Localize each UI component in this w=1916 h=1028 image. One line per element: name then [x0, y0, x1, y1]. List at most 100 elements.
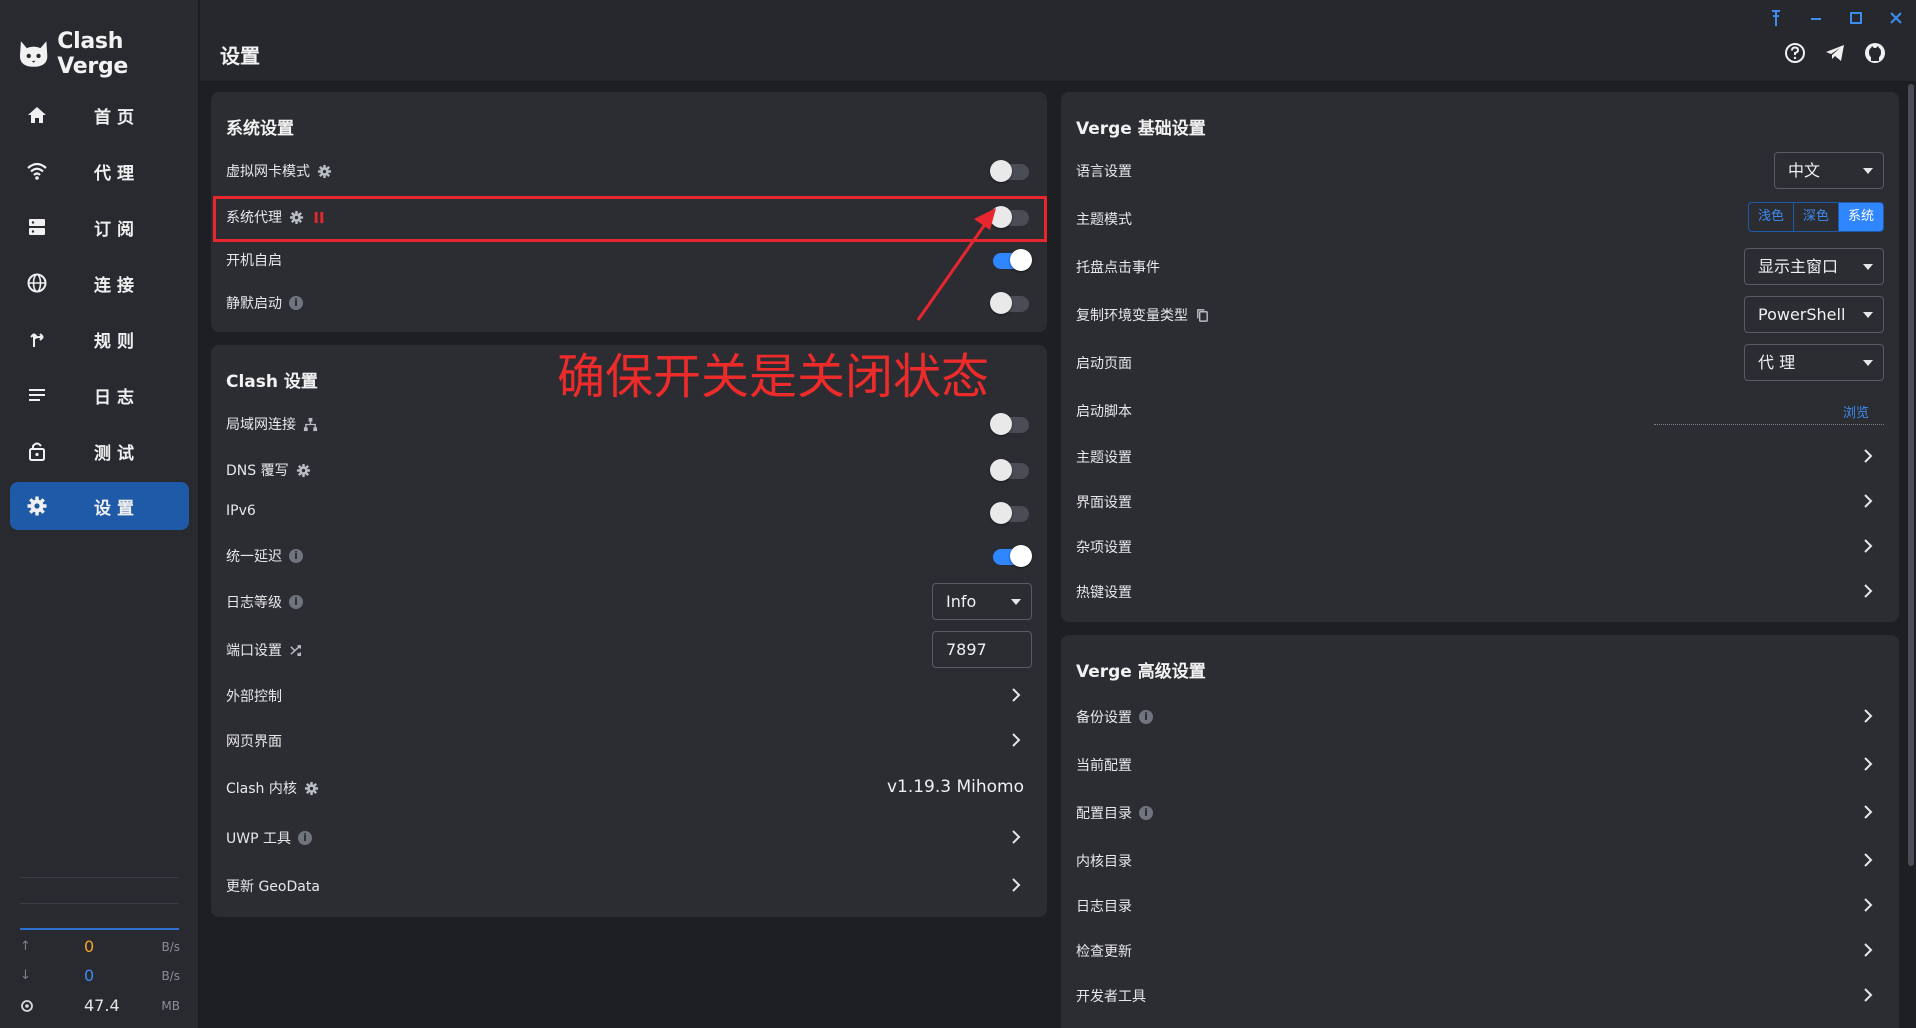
nav-item-home[interactable]: 首页	[10, 91, 189, 139]
nav-item-rules[interactable]: 规则	[10, 315, 189, 363]
ipv6-label: IPv6	[226, 503, 256, 519]
ipv6-switch[interactable]	[990, 501, 1032, 525]
info-icon[interactable]: i	[297, 831, 312, 845]
chevron-right-icon	[1864, 943, 1873, 957]
caret-down-icon	[1863, 168, 1873, 174]
unified-delay-switch[interactable]	[990, 544, 1032, 568]
theme-settings-row[interactable]: 主题设置	[1076, 438, 1884, 474]
annotation-text: 确保开关是关闭状态	[557, 349, 990, 405]
dev-tools-row[interactable]: 开发者工具	[1076, 977, 1884, 1013]
nav-item-logs[interactable]: 日志	[10, 371, 189, 419]
config-dir-text: 配置目录	[1076, 806, 1132, 822]
nav-item-test[interactable]: 测试	[10, 427, 189, 475]
nav-item-connections[interactable]: 连接	[10, 259, 189, 307]
start-page-row: 启动页面 代 理	[1076, 344, 1884, 381]
start-page-select[interactable]: 代 理	[1744, 344, 1884, 381]
tray-click-select[interactable]: 显示主窗口	[1744, 248, 1884, 285]
lan-switch[interactable]	[990, 412, 1032, 436]
chevron-right-icon	[1864, 898, 1873, 912]
page-title: 设置	[220, 44, 260, 68]
maximize-icon[interactable]	[1846, 8, 1866, 28]
tray-click-row: 托盘点击事件 显示主窗口	[1076, 248, 1884, 285]
help-icon[interactable]	[1783, 41, 1807, 65]
port-row: 端口设置 7897	[226, 631, 1032, 668]
auto-launch-label: 开机自启	[226, 253, 282, 269]
port-input[interactable]: 7897	[932, 631, 1032, 668]
shuffle-icon[interactable]	[289, 643, 304, 658]
log-dir-row[interactable]: 日志目录	[1076, 887, 1884, 923]
chevron-right-icon	[1864, 988, 1873, 1002]
misc-settings-row[interactable]: 杂项设置	[1076, 528, 1884, 564]
layout-settings-row[interactable]: 界面设置	[1076, 483, 1884, 519]
port-label: 端口设置	[226, 640, 304, 660]
minimize-icon[interactable]	[1806, 8, 1826, 28]
lan-label: 局域网连接	[226, 414, 318, 434]
core-text: Clash 内核	[226, 781, 297, 797]
gear-icon[interactable]	[304, 781, 319, 796]
core-version: v1.19.3 Mihomo	[886, 777, 1024, 797]
web-ui-row[interactable]: 网页界面	[226, 722, 1032, 758]
upload-speed: ↑ 0 B/s	[20, 937, 180, 959]
download-value: 0	[84, 966, 95, 985]
tun-mode-switch[interactable]	[990, 159, 1032, 183]
auto-launch-switch[interactable]	[990, 248, 1032, 272]
hotkey-settings-row[interactable]: 热键设置	[1076, 573, 1884, 609]
uwp-label: UWP 工具 i	[226, 828, 312, 848]
upload-value: 0	[84, 937, 95, 956]
header: 设置	[200, 0, 1916, 82]
info-icon[interactable]: i	[1139, 806, 1153, 820]
tun-mode-label: 虚拟网卡模式	[226, 161, 332, 181]
core-dir-row[interactable]: 内核目录	[1076, 842, 1884, 878]
theme-light-option[interactable]: 浅色	[1749, 203, 1794, 231]
geodata-row[interactable]: 更新 GeoData	[226, 867, 1032, 903]
copy-env-select[interactable]: PowerShell	[1744, 296, 1884, 333]
copy-env-text: 复制环境变量类型	[1076, 308, 1188, 324]
network-icon[interactable]	[303, 417, 318, 432]
chevron-right-icon	[1864, 584, 1873, 598]
arrow-down-icon: ↓	[20, 968, 31, 983]
chevron-right-icon	[1012, 878, 1021, 892]
external-control-row[interactable]: 外部控制	[226, 677, 1032, 713]
info-icon[interactable]: i	[1139, 710, 1153, 724]
gear-icon[interactable]	[317, 164, 332, 179]
github-icon[interactable]	[1863, 41, 1887, 65]
theme-system-option[interactable]: 系统	[1839, 203, 1883, 231]
start-page-value: 代 理	[1758, 353, 1796, 372]
dns-switch[interactable]	[990, 458, 1032, 482]
browse-link[interactable]: 浏览	[1843, 402, 1869, 421]
silent-start-text: 静默启动	[226, 296, 282, 312]
auto-launch-row: 开机自启	[226, 241, 1032, 277]
misc-settings-label: 杂项设置	[1076, 540, 1132, 556]
nav-item-settings[interactable]: 设置	[10, 482, 189, 530]
unified-delay-row: 统一延迟 i	[226, 537, 1032, 573]
close-icon[interactable]	[1886, 8, 1906, 28]
nav-label-test: 测试	[94, 444, 140, 464]
clash-settings-panel: Clash 设置 局域网连接 DNS 覆写 IPv6 统一延迟 i 日志等级 i…	[211, 345, 1047, 917]
pin-icon[interactable]	[1766, 8, 1786, 28]
check-update-row[interactable]: 检查更新	[1076, 932, 1884, 968]
hotkey-settings-label: 热键设置	[1076, 585, 1132, 601]
uwp-row[interactable]: UWP 工具 i	[226, 819, 1032, 855]
log-level-select[interactable]: Info	[932, 583, 1032, 620]
backup-settings-row[interactable]: 备份设置 i	[1076, 698, 1884, 734]
verge-basic-panel: Verge 基础设置 语言设置 中文 主题模式 浅色 深色 系统 托盘点击事件 …	[1061, 92, 1899, 622]
silent-start-switch[interactable]	[990, 291, 1032, 315]
info-icon[interactable]: i	[289, 549, 303, 563]
start-script-label: 启动脚本	[1076, 404, 1132, 420]
start-script-input[interactable]	[1654, 424, 1884, 425]
gear-icon[interactable]	[296, 463, 311, 478]
current-config-row[interactable]: 当前配置	[1076, 746, 1884, 782]
nav-item-proxy[interactable]: 代理	[10, 147, 189, 195]
core-row: Clash 内核 v1.19.3 Mihomo	[226, 769, 1032, 805]
theme-dark-option[interactable]: 深色	[1794, 203, 1839, 231]
config-dir-row[interactable]: 配置目录 i	[1076, 794, 1884, 830]
telegram-icon[interactable]	[1823, 41, 1847, 65]
tun-mode-row: 虚拟网卡模式	[226, 152, 1032, 188]
copy-icon[interactable]	[1195, 308, 1210, 323]
nav-item-subscription[interactable]: 订阅	[10, 203, 189, 251]
info-icon[interactable]: i	[289, 595, 303, 609]
chevron-right-icon	[1012, 830, 1021, 844]
scrollbar[interactable]	[1908, 84, 1914, 866]
language-select[interactable]: 中文	[1774, 152, 1884, 189]
info-icon[interactable]: i	[289, 296, 303, 310]
